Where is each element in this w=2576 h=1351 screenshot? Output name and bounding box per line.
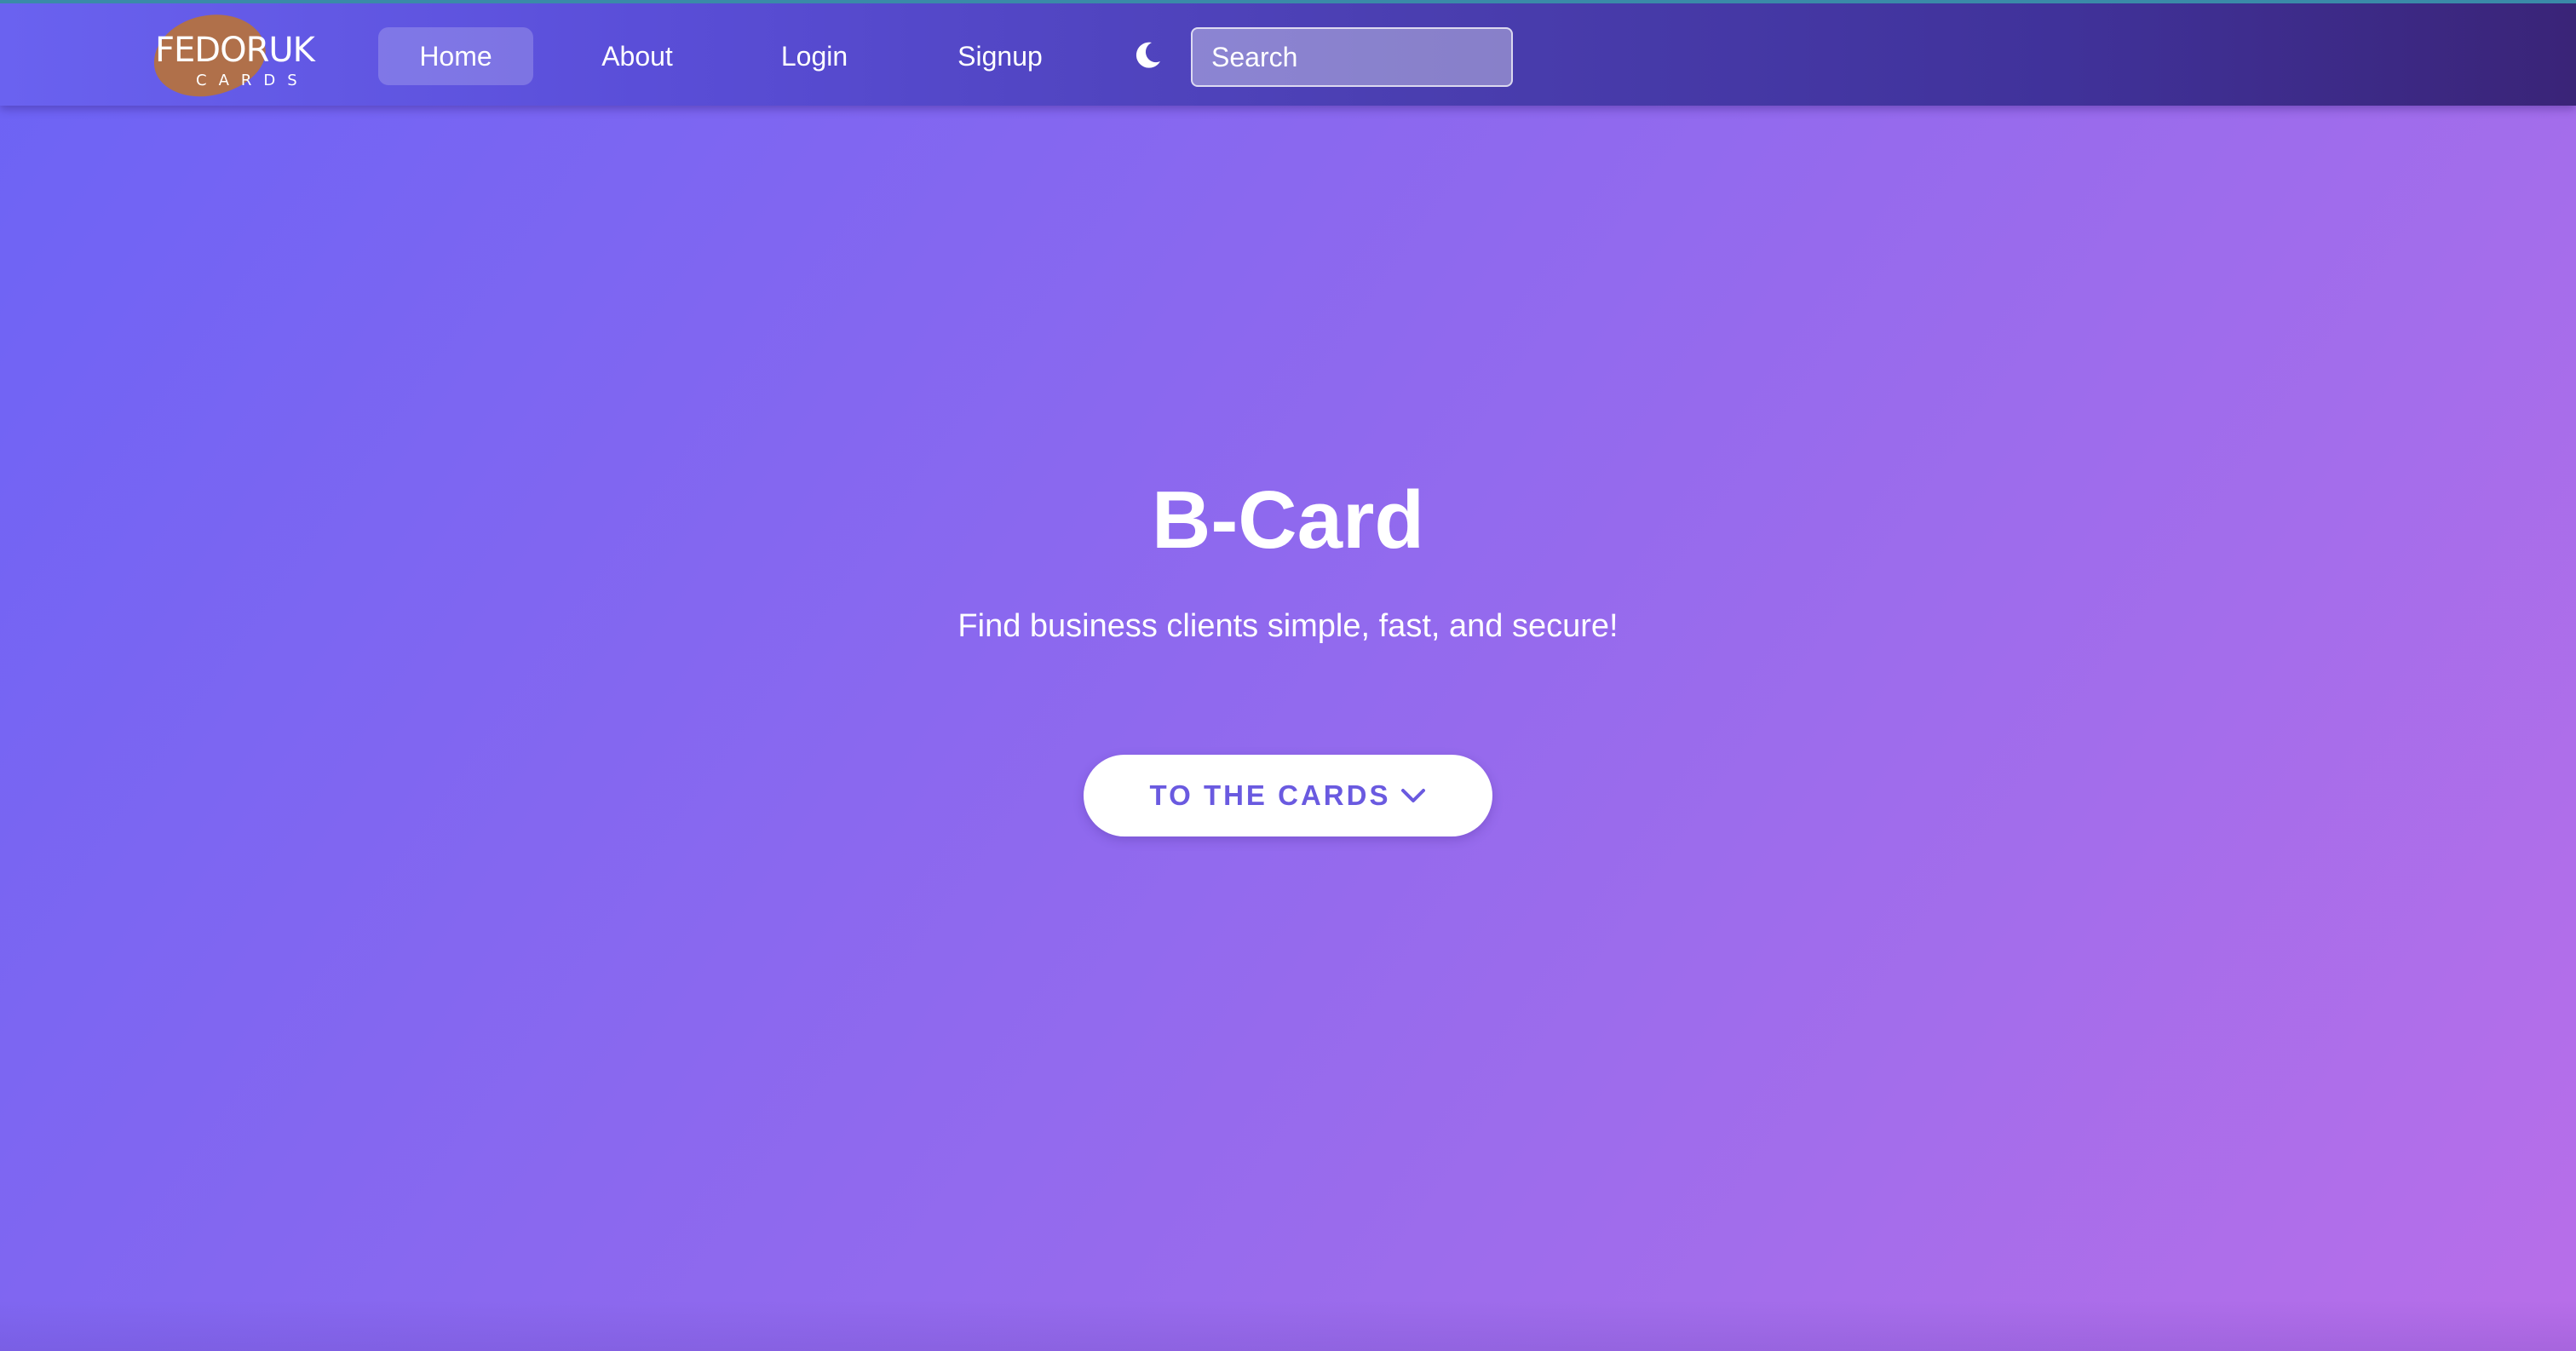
hero-title: B-Card	[1151, 474, 1424, 566]
search-input[interactable]	[1191, 27, 1513, 87]
brand-logo[interactable]: FEDORUK CARDS	[147, 8, 317, 103]
nav-link-signup[interactable]: Signup	[937, 27, 1063, 85]
nav-link-login[interactable]: Login	[762, 27, 867, 85]
logo-subtext: CARDS	[196, 72, 309, 89]
hero-subtitle: Find business clients simple, fast, and …	[957, 608, 1619, 644]
nav-link-home[interactable]: Home	[378, 27, 533, 85]
to-the-cards-button[interactable]: TO THE CARDS	[1084, 755, 1492, 836]
chevron-down-icon	[1401, 789, 1426, 802]
logo-text: FEDORUK	[155, 31, 315, 70]
nav-link-about[interactable]: About	[579, 27, 695, 85]
home-page: FEDORUK CARDS Home About Login Signup B-…	[0, 0, 2576, 1351]
cta-label: TO THE CARDS	[1149, 779, 1391, 811]
navbar: FEDORUK CARDS Home About Login Signup	[0, 0, 2576, 106]
moon-icon[interactable]	[1131, 37, 1165, 72]
